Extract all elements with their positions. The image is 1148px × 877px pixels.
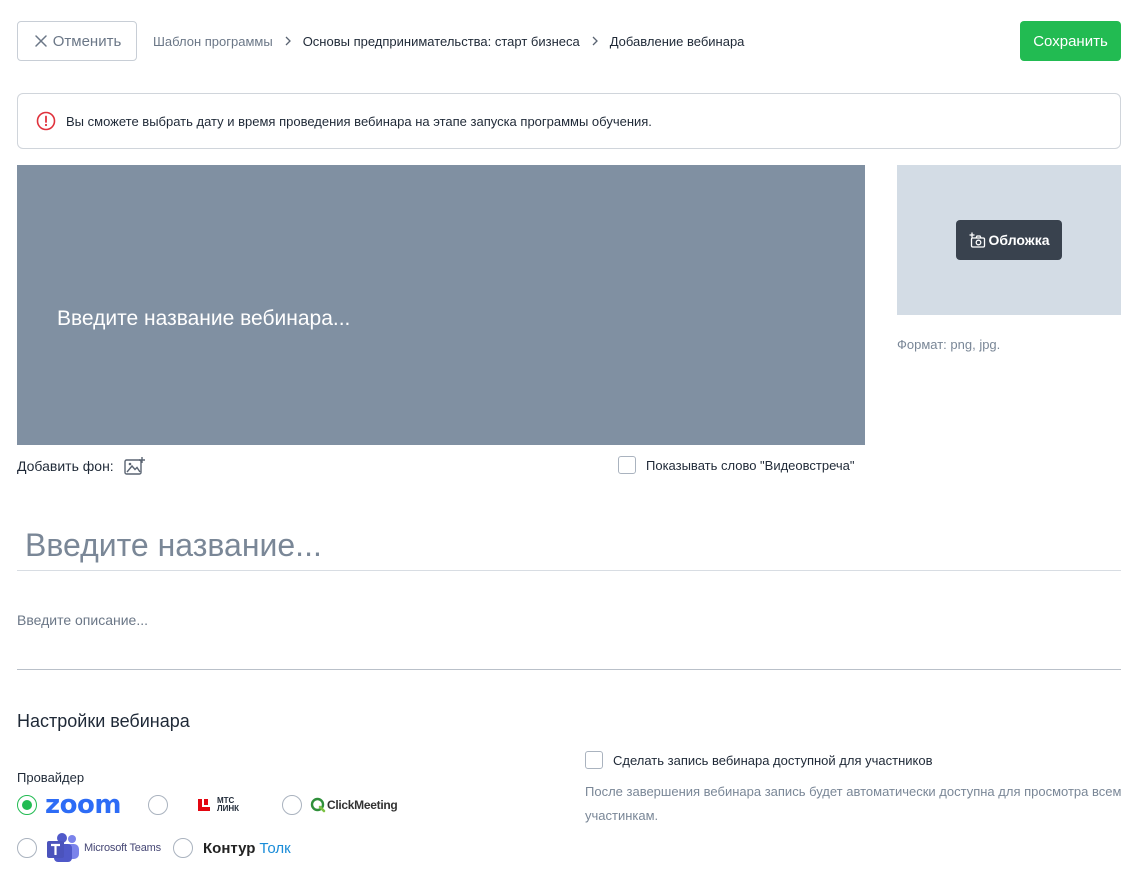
cancel-button[interactable]: Отменить <box>17 21 137 61</box>
provider-option-microsoft-teams[interactable]: Microsoft Teams <box>17 833 161 863</box>
breadcrumb: Шаблон программы Основы предпринимательс… <box>153 32 744 50</box>
add-photo-icon <box>969 232 985 248</box>
mts-link-logo: МТС ЛИНК <box>196 797 247 813</box>
show-word-option[interactable]: Показывать слово "Видеовстреча" <box>618 456 855 474</box>
record-available-checkbox[interactable] <box>585 751 603 769</box>
breadcrumb-item-program[interactable]: Основы предпринимательства: старт бизнес… <box>303 34 580 49</box>
save-button[interactable]: Сохранить <box>1020 21 1121 61</box>
record-available-option[interactable]: Сделать запись вебинара доступной для уч… <box>585 751 932 769</box>
zoom-logo: zoom <box>45 790 121 820</box>
settings-title: Настройки вебинара <box>17 711 190 731</box>
info-notice: Вы сможете выбрать дату и время проведен… <box>17 93 1121 149</box>
add-image-icon[interactable] <box>123 456 146 476</box>
webinar-banner[interactable]: Введите название вебинара... <box>17 165 865 445</box>
provider-radio-mts-link[interactable] <box>148 795 168 815</box>
provider-radio-zoom[interactable] <box>17 795 37 815</box>
record-hint: После завершения вебинара запись будет а… <box>585 784 1122 823</box>
breadcrumb-item-current: Добавление вебинара <box>609 33 745 49</box>
provider-radio-microsoft-teams[interactable] <box>17 838 37 858</box>
kontur-tolk-logo: Контур Толк <box>203 839 291 857</box>
show-word-label: Показывать слово "Видеовстреча" <box>646 457 855 473</box>
provider-label: Провайдер <box>17 770 85 785</box>
provider-option-kontur-tolk[interactable]: Контур Толк <box>173 838 291 858</box>
provider-radio-kontur-tolk[interactable] <box>173 838 193 858</box>
record-available-label: Сделать запись вебинара доступной для уч… <box>613 752 933 768</box>
alert-circle-icon <box>36 111 56 131</box>
webinar-title-input[interactable] <box>17 520 1121 571</box>
provider-option-clickmeeting[interactable]: ClickMeeting <box>282 795 398 815</box>
cover-upload-area: Обложка <box>897 165 1121 315</box>
provider-option-zoom[interactable]: zoom <box>17 790 121 820</box>
provider-option-mts-link[interactable]: МТС ЛИНК <box>148 795 247 815</box>
webinar-description-input[interactable] <box>17 600 1121 670</box>
clickmeeting-logo: ClickMeeting <box>310 797 398 813</box>
chevron-right-icon <box>588 34 602 48</box>
banner-title-placeholder: Введите название вебинара... <box>57 307 351 330</box>
cancel-label: Отменить <box>52 32 122 50</box>
mts-logo-icon <box>198 799 210 811</box>
provider-radio-clickmeeting[interactable] <box>282 795 302 815</box>
breadcrumb-item-template[interactable]: Шаблон программы <box>153 34 273 49</box>
add-background: Добавить фон: <box>17 456 146 476</box>
upload-cover-button[interactable]: Обложка <box>956 220 1062 260</box>
notice-text: Вы сможете выбрать дату и время проведен… <box>66 113 652 129</box>
clickmeeting-logo-icon <box>310 797 326 813</box>
chevron-right-icon <box>281 34 295 48</box>
close-icon <box>34 35 47 47</box>
add-background-label: Добавить фон: <box>17 458 114 474</box>
cover-button-label: Обложка <box>988 232 1050 248</box>
teams-logo-icon <box>47 833 79 862</box>
cover-format-hint: Формат: png, jpg. <box>897 337 1001 352</box>
microsoft-teams-logo: Microsoft Teams <box>46 833 161 863</box>
show-word-checkbox[interactable] <box>618 456 636 474</box>
